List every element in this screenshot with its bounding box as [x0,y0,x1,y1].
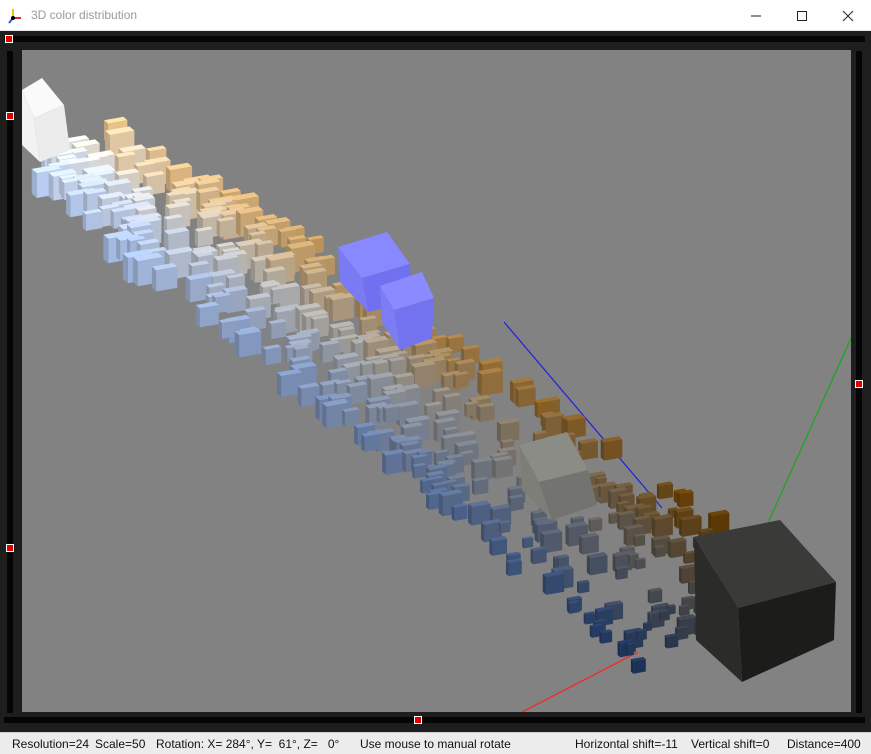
rotation-readout: Rotation: X= 284°, Y= 61°, Z= 0° [156,737,340,751]
color-cube [630,656,646,674]
color-cube [635,628,647,641]
color-cube [342,407,360,427]
color-cube [412,462,427,479]
x-axis [521,651,639,712]
left-lower-slider-handle[interactable] [6,544,14,552]
main-frame [0,31,871,732]
minimize-icon [751,15,761,16]
color-cube [678,604,690,617]
color-cube [492,455,513,479]
status-bar: Resolution=24 Scale=50 Rotation: X= 284°… [0,732,871,754]
top-slider-track[interactable] [4,36,865,42]
color-cube [216,216,236,238]
maximize-button[interactable] [779,0,825,31]
color-cube [588,516,603,533]
axes-app-icon [7,6,27,26]
color-cube [515,384,536,408]
vertical-shift-readout: Vertical shift=0 [691,737,770,751]
top-slider-handle[interactable] [5,35,13,43]
color-cube [361,431,380,452]
color-cube [328,292,354,322]
color-cube [471,476,489,496]
close-icon [842,10,854,21]
color-cube [195,301,219,328]
color-cube [498,520,511,534]
minimize-button[interactable] [733,0,779,31]
black-cube [694,520,836,682]
horizontal-shift-readout: Horizontal shift=-11 [575,737,678,751]
close-button[interactable] [825,0,871,31]
white-cube [22,78,70,162]
color-cube-scene[interactable] [22,50,851,712]
color-cube [626,642,636,653]
color-cube [659,609,670,622]
color-cube [679,515,699,537]
color-cube [522,536,534,549]
color-cube [262,344,282,366]
color-cube [633,533,646,547]
left-slider-handle[interactable] [6,112,14,120]
color-cube [586,552,608,576]
color-cube [451,503,468,521]
color-cube [664,633,679,649]
color-cube [270,285,287,305]
bottom-slider-track[interactable] [4,717,865,723]
resolution-readout: Resolution=24 [12,737,90,751]
color-cube [268,318,287,340]
color-cube [615,565,628,580]
color-cube [683,550,696,565]
3d-viewport[interactable] [22,50,851,712]
color-cube [577,579,590,594]
color-cube [496,418,520,444]
color-cube [530,546,547,565]
color-cube [477,402,495,423]
color-cube [382,448,406,475]
window-title: 3D color distribution [31,8,138,22]
title-bar[interactable]: 3D color distribution [0,0,871,31]
color-cube [656,481,673,500]
color-cube [505,558,522,577]
color-cube [82,208,103,231]
color-cube [567,600,580,614]
color-cube [382,403,400,423]
hint-text: Use mouse to manual rotate [360,737,511,751]
color-cube [579,532,599,555]
color-cube [677,489,694,508]
color-cube [151,262,178,292]
color-cube [600,436,623,461]
color-cube [634,557,646,570]
bottom-slider-handle[interactable] [414,716,422,724]
color-cube [599,629,613,644]
color-cube [477,367,503,397]
maximize-icon [797,10,807,21]
color-cube [194,226,214,247]
color-cube [453,371,469,389]
color-cube [489,536,508,556]
color-cube [653,544,666,558]
distance-readout: Distance=400 [787,737,861,751]
color-cube [651,513,673,538]
right-slider-handle[interactable] [855,380,863,388]
color-cube [234,327,262,358]
color-cube [542,570,565,595]
scale-readout: Scale=50 [95,737,146,751]
color-cube [647,587,663,604]
left-slider-track[interactable] [7,51,13,713]
